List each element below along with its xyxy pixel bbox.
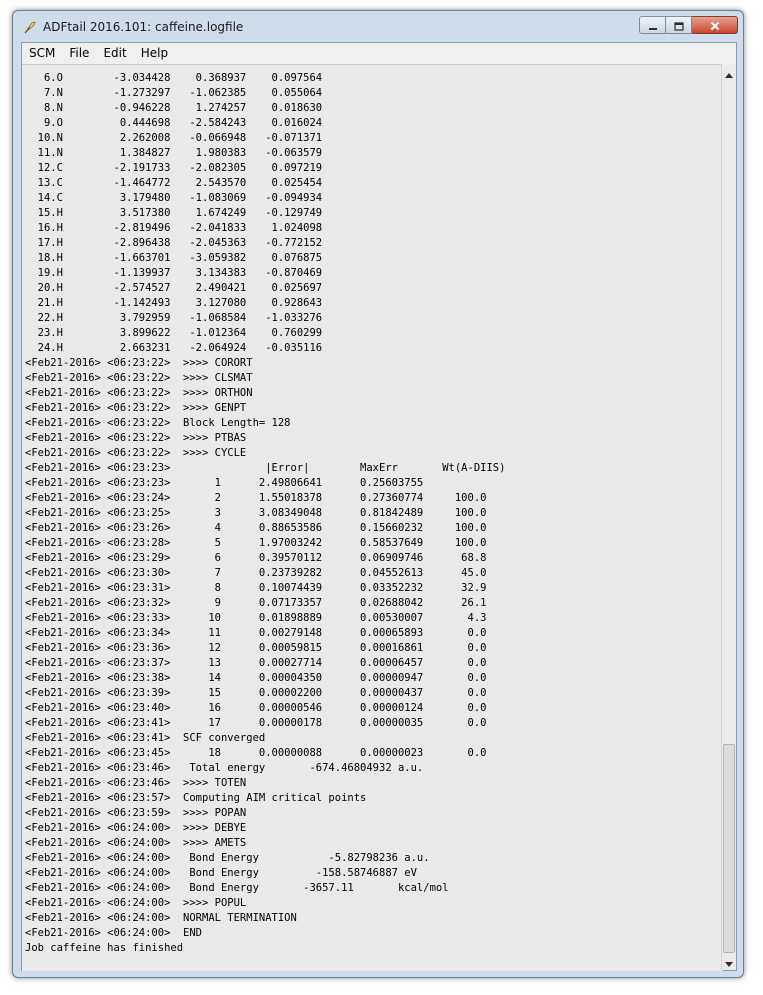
log-line: <Feb21-2016> <06:23:23> |Error| MaxErr W… bbox=[25, 462, 506, 474]
close-icon bbox=[710, 16, 720, 35]
minimize-button[interactable] bbox=[639, 16, 666, 34]
menu-scm[interactable]: SCM bbox=[22, 43, 62, 64]
log-line: <Feb21-2016> <06:24:00> >>>> POPUL bbox=[25, 897, 247, 909]
log-line: 15.H 3.517380 1.674249 -0.129749 bbox=[25, 207, 323, 219]
menu-bar: SCM File Edit Help bbox=[22, 43, 736, 64]
log-line: <Feb21-2016> <06:24:00> >>>> DEBYE bbox=[25, 822, 247, 834]
log-line: <Feb21-2016> <06:23:34> 11 0.00279148 0.… bbox=[25, 627, 487, 639]
log-line: 13.C -1.464772 2.543570 0.025454 bbox=[25, 177, 323, 189]
log-line: 19.H -1.139937 3.134383 -0.870469 bbox=[25, 267, 323, 279]
log-line: <Feb21-2016> <06:23:37> 13 0.00027714 0.… bbox=[25, 657, 487, 669]
log-line: <Feb21-2016> <06:23:22> >>>> CLSMAT bbox=[25, 372, 253, 384]
log-line: <Feb21-2016> <06:23:23> 1 2.49806641 0.2… bbox=[25, 477, 424, 489]
log-line: <Feb21-2016> <06:23:26> 4 0.88653586 0.1… bbox=[25, 522, 487, 534]
log-line: 24.H 2.663231 -2.064924 -0.035116 bbox=[25, 342, 323, 354]
log-line: <Feb21-2016> <06:23:36> 12 0.00059815 0.… bbox=[25, 642, 487, 654]
log-line: 23.H 3.899622 -1.012364 0.760299 bbox=[25, 327, 323, 339]
log-line: <Feb21-2016> <06:23:22> >>>> CYCLE bbox=[25, 447, 247, 459]
log-line: <Feb21-2016> <06:23:28> 5 1.97003242 0.5… bbox=[25, 537, 487, 549]
title-bar[interactable]: ADFtail 2016.101: caffeine.logfile bbox=[13, 11, 743, 42]
log-text-area[interactable]: 6.O -3.034428 0.368937 0.097564 7.N -1.2… bbox=[22, 64, 723, 971]
arrow-up-icon bbox=[725, 63, 733, 82]
feather-pen-icon[interactable] bbox=[23, 19, 37, 34]
log-line: <Feb21-2016> <06:23:46> >>>> TOTEN bbox=[25, 777, 247, 789]
log-line: 10.N 2.262008 -0.066948 -0.071371 bbox=[25, 132, 323, 144]
log-line: Job caffeine has finished bbox=[25, 942, 184, 954]
log-line: 12.C -2.191733 -2.082305 0.097219 bbox=[25, 162, 323, 174]
log-line: <Feb21-2016> <06:23:22> >>>> ORTHON bbox=[25, 387, 253, 399]
log-line: <Feb21-2016> <06:23:33> 10 0.01898889 0.… bbox=[25, 612, 487, 624]
log-line: <Feb21-2016> <06:23:22> >>>> PTBAS bbox=[25, 432, 247, 444]
log-line: <Feb21-2016> <06:24:00> Bond Energy -365… bbox=[25, 882, 449, 894]
log-line: <Feb21-2016> <06:23:24> 2 1.55018378 0.2… bbox=[25, 492, 487, 504]
log-content: 6.O -3.034428 0.368937 0.097564 7.N -1.2… bbox=[25, 71, 505, 956]
log-line: 11.N 1.384827 1.980383 -0.063579 bbox=[25, 147, 323, 159]
log-line: <Feb21-2016> <06:23:22> >>>> GENPT bbox=[25, 402, 247, 414]
scroll-up-button[interactable] bbox=[722, 64, 736, 81]
close-button[interactable] bbox=[692, 16, 738, 34]
log-line: 20.H -2.574527 2.490421 0.025697 bbox=[25, 282, 323, 294]
window-title: ADFtail 2016.101: caffeine.logfile bbox=[43, 20, 244, 34]
log-line: <Feb21-2016> <06:23:31> 8 0.10074439 0.0… bbox=[25, 582, 487, 594]
log-line: 14.C 3.179480 -1.083069 -0.094934 bbox=[25, 192, 323, 204]
app-window: ADFtail 2016.101: caffeine.logfile SCM F… bbox=[12, 10, 744, 978]
log-line: <Feb21-2016> <06:23:57> Computing AIM cr… bbox=[25, 792, 367, 804]
log-line: <Feb21-2016> <06:23:45> 18 0.00000088 0.… bbox=[25, 747, 487, 759]
log-line: 17.H -2.896438 -2.045363 -0.772152 bbox=[25, 237, 323, 249]
log-line: <Feb21-2016> <06:23:32> 9 0.07173357 0.0… bbox=[25, 597, 487, 609]
client-area: SCM File Edit Help 6.O -3.034428 0.36893… bbox=[21, 42, 737, 971]
log-line: 18.H -1.663701 -3.059382 0.076875 bbox=[25, 252, 323, 264]
menu-file[interactable]: File bbox=[62, 43, 96, 64]
log-line: <Feb21-2016> <06:23:40> 16 0.00000546 0.… bbox=[25, 702, 487, 714]
maximize-icon bbox=[673, 16, 684, 35]
menu-edit[interactable]: Edit bbox=[96, 43, 133, 64]
log-line: 22.H 3.792959 -1.068584 -1.033276 bbox=[25, 312, 323, 324]
log-line: 21.H -1.142493 3.127080 0.928643 bbox=[25, 297, 323, 309]
log-line: <Feb21-2016> <06:23:22> >>>> CORORT bbox=[25, 357, 253, 369]
log-line: 8.N -0.946228 1.274257 0.018630 bbox=[25, 102, 323, 114]
log-line: <Feb21-2016> <06:24:00> END bbox=[25, 927, 203, 939]
log-line: 7.N -1.273297 -1.062385 0.055064 bbox=[25, 87, 323, 99]
log-line: <Feb21-2016> <06:23:41> SCF converged bbox=[25, 732, 266, 744]
menu-help[interactable]: Help bbox=[134, 43, 175, 64]
log-line: <Feb21-2016> <06:23:29> 6 0.39570112 0.0… bbox=[25, 552, 487, 564]
log-line: <Feb21-2016> <06:23:22> Block Length= 12… bbox=[25, 417, 291, 429]
log-line: 9.O 0.444698 -2.584243 0.016024 bbox=[25, 117, 323, 129]
log-line: <Feb21-2016> <06:24:00> NORMAL TERMINATI… bbox=[25, 912, 297, 924]
vertical-scrollbar[interactable] bbox=[721, 64, 736, 970]
log-line: <Feb21-2016> <06:24:00> Bond Energy -158… bbox=[25, 867, 417, 879]
log-line: <Feb21-2016> <06:24:00> >>>> AMETS bbox=[25, 837, 247, 849]
log-line: <Feb21-2016> <06:23:59> >>>> POPAN bbox=[25, 807, 247, 819]
arrow-down-icon bbox=[725, 952, 733, 971]
minimize-icon bbox=[648, 16, 658, 35]
log-line: <Feb21-2016> <06:23:30> 7 0.23739282 0.0… bbox=[25, 567, 487, 579]
log-line: 16.H -2.819496 -2.041833 1.024098 bbox=[25, 222, 323, 234]
log-line: <Feb21-2016> <06:23:39> 15 0.00002200 0.… bbox=[25, 687, 487, 699]
log-line: <Feb21-2016> <06:23:38> 14 0.00004350 0.… bbox=[25, 672, 487, 684]
log-line: <Feb21-2016> <06:23:25> 3 3.08349048 0.8… bbox=[25, 507, 487, 519]
log-line: <Feb21-2016> <06:23:41> 17 0.00000178 0.… bbox=[25, 717, 487, 729]
scroll-thumb[interactable] bbox=[723, 744, 735, 953]
window-controls bbox=[639, 16, 738, 35]
maximize-button[interactable] bbox=[666, 16, 692, 34]
log-line: <Feb21-2016> <06:23:46> Total energy -67… bbox=[25, 762, 424, 774]
log-line: 6.O -3.034428 0.368937 0.097564 bbox=[25, 72, 323, 84]
scroll-down-button[interactable] bbox=[722, 953, 736, 970]
log-line: <Feb21-2016> <06:24:00> Bond Energy -5.8… bbox=[25, 852, 430, 864]
